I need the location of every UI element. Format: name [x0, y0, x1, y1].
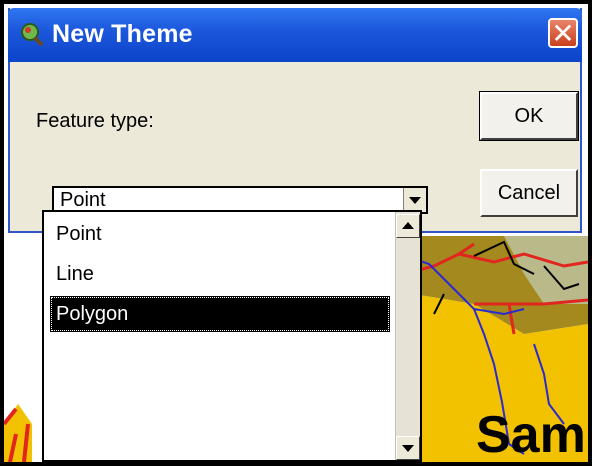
scroll-down-arrow-icon	[402, 445, 414, 452]
scroll-up-arrow-icon	[402, 222, 414, 229]
map-label-sam: Sam	[476, 406, 586, 462]
feature-type-dropdown-list[interactable]: Point Line Polygon	[42, 210, 422, 462]
close-icon: ✕	[551, 17, 575, 50]
dialog-titlebar[interactable]: New Theme ✕	[8, 8, 582, 62]
cancel-button[interactable]: Cancel	[480, 169, 578, 217]
dialog-title: New Theme	[52, 20, 193, 48]
scroll-up-button[interactable]	[396, 214, 420, 238]
screenshot-frame: Sam New Theme ✕ Feature type: OK Cancel …	[0, 0, 592, 466]
close-button[interactable]: ✕	[548, 17, 578, 50]
combobox-value: Point	[60, 189, 106, 211]
chevron-down-icon	[409, 197, 421, 204]
feature-type-label: Feature type:	[36, 110, 154, 132]
scroll-down-button[interactable]	[396, 436, 420, 460]
option-polygon[interactable]: Polygon	[50, 296, 390, 332]
magnifier-icon	[21, 23, 44, 47]
new-theme-dialog: New Theme ✕ Feature type: OK Cancel Poin…	[8, 8, 582, 233]
option-line[interactable]: Line	[50, 256, 390, 292]
ok-button[interactable]: OK	[479, 91, 579, 141]
dropdown-scrollbar[interactable]	[395, 212, 420, 460]
combobox-dropdown-button[interactable]	[403, 188, 426, 212]
option-point[interactable]: Point	[50, 216, 390, 252]
